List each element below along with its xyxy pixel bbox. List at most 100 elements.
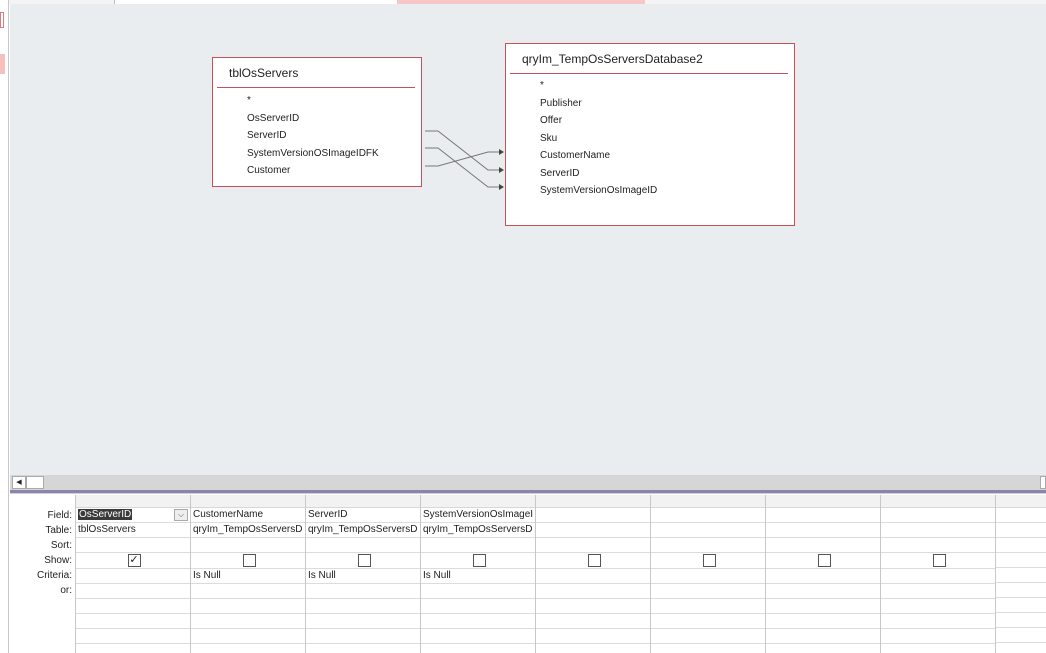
empty-criteria-cell[interactable] — [306, 599, 420, 614]
empty-criteria-cell[interactable] — [306, 614, 420, 629]
sort-cell[interactable] — [881, 538, 995, 553]
pane-splitter[interactable] — [10, 490, 1046, 494]
empty-criteria-cell[interactable] — [996, 628, 1046, 643]
sort-cell[interactable] — [191, 538, 305, 553]
empty-criteria-cell[interactable] — [536, 614, 650, 629]
empty-criteria-cell[interactable] — [766, 599, 880, 614]
criteria-cell[interactable]: Is Null — [191, 569, 305, 584]
empty-criteria-cell[interactable] — [536, 629, 650, 644]
column-selector[interactable] — [76, 495, 190, 508]
empty-criteria-cell[interactable] — [996, 598, 1046, 613]
chevron-down-icon[interactable]: ⌵ — [174, 509, 188, 521]
column-selector[interactable] — [651, 495, 765, 508]
or-cell[interactable] — [536, 584, 650, 599]
table-cell[interactable] — [651, 523, 765, 538]
empty-criteria-cell[interactable] — [76, 599, 190, 614]
show-cell[interactable] — [306, 554, 420, 569]
column-selector[interactable] — [536, 495, 650, 508]
or-cell[interactable] — [881, 584, 995, 599]
empty-criteria-cell[interactable] — [881, 599, 995, 614]
table-cell[interactable] — [766, 523, 880, 538]
field-cell[interactable] — [881, 508, 995, 523]
show-cell[interactable] — [191, 554, 305, 569]
show-cell[interactable]: ✓ — [76, 554, 190, 569]
show-checkbox[interactable] — [702, 554, 716, 567]
criteria-cell[interactable] — [766, 569, 880, 584]
show-checkbox[interactable] — [472, 554, 486, 567]
empty-criteria-cell[interactable] — [421, 614, 535, 629]
empty-criteria-cell[interactable] — [76, 629, 190, 644]
table-cell[interactable] — [996, 523, 1046, 538]
table-cell[interactable] — [881, 523, 995, 538]
empty-criteria-cell[interactable] — [651, 614, 765, 629]
empty-criteria-cell[interactable] — [306, 629, 420, 644]
empty-criteria-cell[interactable] — [191, 614, 305, 629]
empty-criteria-cell[interactable] — [421, 599, 535, 614]
empty-criteria-cell[interactable] — [766, 629, 880, 644]
field-cell[interactable] — [996, 508, 1046, 523]
sort-cell[interactable] — [536, 538, 650, 553]
field-cell[interactable] — [766, 508, 880, 523]
table-cell[interactable]: qryIm_TempOsServersD — [306, 523, 420, 538]
criteria-cell[interactable] — [996, 568, 1046, 583]
field-cell[interactable]: OsServerID ⌵ — [76, 508, 190, 523]
empty-criteria-cell[interactable] — [191, 629, 305, 644]
field-cell[interactable]: SystemVersionOsImageI — [421, 508, 535, 523]
sort-cell[interactable] — [76, 538, 190, 553]
or-cell[interactable] — [421, 584, 535, 599]
or-cell[interactable] — [651, 584, 765, 599]
criteria-cell[interactable]: Is Null — [306, 569, 420, 584]
table-cell[interactable]: qryIm_TempOsServersD — [191, 523, 305, 538]
criteria-cell[interactable] — [536, 569, 650, 584]
empty-criteria-cell[interactable] — [191, 599, 305, 614]
show-cell[interactable] — [881, 554, 995, 569]
show-checkbox[interactable] — [932, 554, 946, 567]
table-cell[interactable]: tblOsServers — [76, 523, 190, 538]
scroll-right-button[interactable] — [1040, 476, 1046, 489]
column-selector[interactable] — [306, 495, 420, 508]
show-checkbox[interactable]: ✓ — [127, 554, 141, 567]
table-cell[interactable]: qryIm_TempOsServersD — [421, 523, 535, 538]
show-cell[interactable] — [651, 554, 765, 569]
criteria-cell[interactable] — [651, 569, 765, 584]
field-cell[interactable] — [651, 508, 765, 523]
empty-criteria-cell[interactable] — [766, 614, 880, 629]
show-checkbox[interactable] — [817, 554, 831, 567]
empty-criteria-cell[interactable] — [996, 613, 1046, 628]
column-selector[interactable] — [191, 495, 305, 508]
sort-cell[interactable] — [651, 538, 765, 553]
or-cell[interactable] — [996, 583, 1046, 598]
show-cell[interactable] — [766, 554, 880, 569]
column-selector[interactable] — [881, 495, 995, 508]
empty-criteria-cell[interactable] — [536, 599, 650, 614]
show-checkbox[interactable] — [242, 554, 256, 567]
or-cell[interactable] — [306, 584, 420, 599]
show-checkbox[interactable] — [587, 554, 601, 567]
column-selector[interactable] — [766, 495, 880, 508]
or-cell[interactable] — [191, 584, 305, 599]
field-cell[interactable]: ServerID — [306, 508, 420, 523]
empty-criteria-cell[interactable] — [421, 629, 535, 644]
show-cell[interactable] — [536, 554, 650, 569]
table-cell[interactable] — [536, 523, 650, 538]
column-selector[interactable] — [996, 495, 1046, 508]
sort-cell[interactable] — [766, 538, 880, 553]
show-cell[interactable] — [996, 553, 1046, 568]
horizontal-scrollbar[interactable]: ◀ — [10, 475, 1046, 490]
show-cell[interactable] — [421, 554, 535, 569]
criteria-cell[interactable] — [76, 569, 190, 584]
sort-cell[interactable] — [996, 538, 1046, 553]
empty-criteria-cell[interactable] — [881, 614, 995, 629]
or-cell[interactable] — [766, 584, 880, 599]
empty-criteria-cell[interactable] — [651, 599, 765, 614]
or-cell[interactable] — [76, 584, 190, 599]
empty-criteria-cell[interactable] — [76, 614, 190, 629]
sort-cell[interactable] — [421, 538, 535, 553]
empty-criteria-cell[interactable] — [881, 629, 995, 644]
criteria-cell[interactable]: Is Null — [421, 569, 535, 584]
empty-criteria-cell[interactable] — [651, 629, 765, 644]
scroll-thumb[interactable] — [26, 476, 44, 489]
show-checkbox[interactable] — [357, 554, 371, 567]
sort-cell[interactable] — [306, 538, 420, 553]
scroll-left-icon[interactable]: ◀ — [12, 476, 26, 489]
